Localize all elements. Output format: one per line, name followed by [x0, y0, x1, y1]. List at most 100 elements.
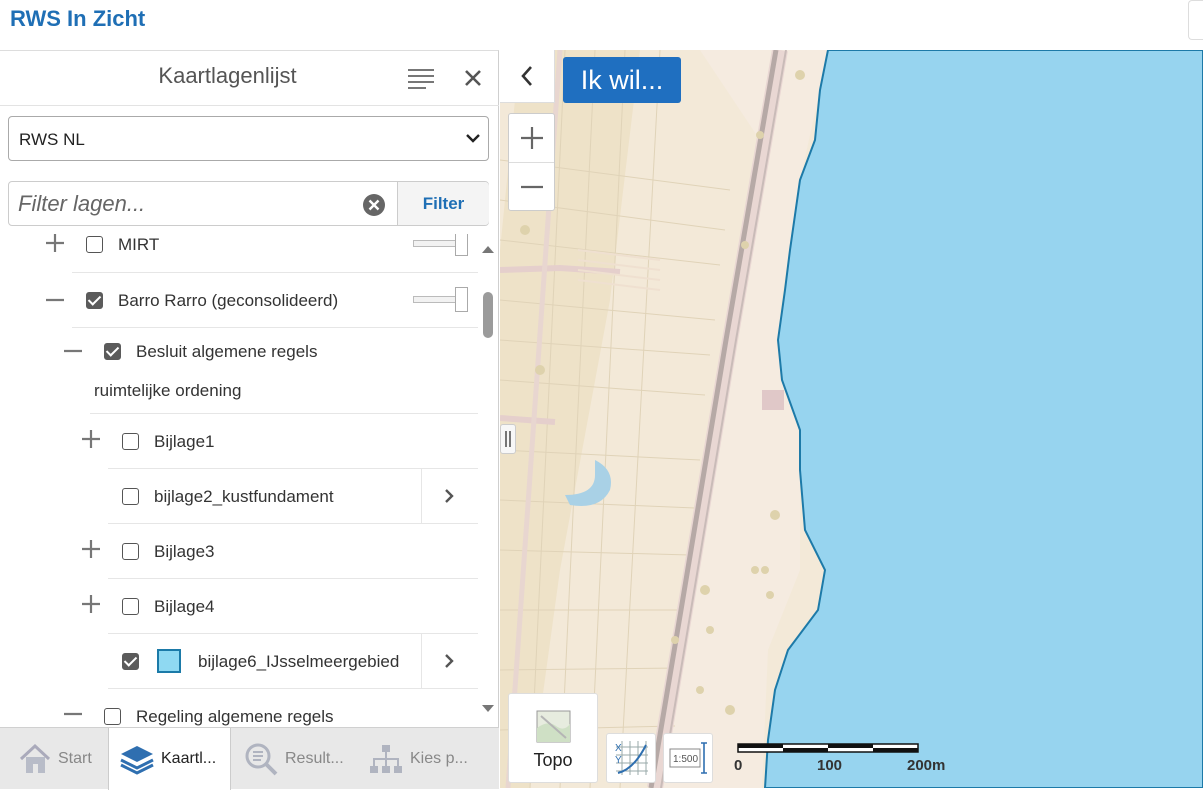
zoom-control [508, 113, 555, 211]
layer-label: bijlage6_IJsselmeergebied [198, 652, 400, 671]
layer-label: Bijlage1 [154, 432, 215, 451]
tab-label: Kaartl... [161, 750, 217, 767]
scroll-thumb[interactable] [483, 292, 493, 338]
filter-input[interactable] [9, 182, 397, 225]
app-title[interactable]: RWS In Zicht [10, 6, 145, 32]
grip-icon [505, 431, 511, 447]
svg-text:Y: Y [615, 755, 622, 766]
chevron-right-icon [445, 654, 454, 668]
scale-label-0: 0 [734, 757, 743, 774]
layer-checkbox[interactable] [104, 708, 121, 725]
expand-plus-icon[interactable] [44, 234, 66, 254]
scale-tool-button[interactable]: 1:500 [663, 733, 713, 783]
layer-checkbox[interactable] [122, 433, 139, 450]
tree-row-mirt[interactable]: MIRT [46, 234, 478, 273]
ik-wil-button[interactable]: Ik wil... [563, 57, 681, 103]
collapse-minus-icon[interactable] [44, 289, 66, 311]
scale-bar-graphic [737, 743, 919, 753]
tree-row-regeling[interactable]: Regeling algemene regels [64, 689, 478, 728]
tab-results[interactable]: Result... [243, 728, 361, 790]
list-icon [408, 69, 434, 89]
app-header: RWS In Zicht [0, 0, 1203, 50]
tab-label: Kies p... [410, 750, 468, 767]
filter-button[interactable]: Filter [397, 182, 489, 225]
sitemap-icon [370, 745, 402, 773]
scale-label-200: 200m [907, 757, 946, 774]
chevron-down-icon [466, 134, 480, 143]
basemap-label: Topo [533, 750, 573, 770]
panel-resize-handle[interactable] [500, 424, 516, 454]
svg-text:X: X [615, 743, 622, 754]
layer-label: Besluit algemene regels [136, 342, 318, 361]
close-panel-button[interactable] [458, 63, 488, 93]
panel-header: Kaartlagenlijst [0, 51, 499, 106]
tree-row-bijlage2[interactable]: bijlage2_kustfundament [108, 469, 478, 524]
zoom-in-button[interactable] [509, 114, 554, 162]
filter-box: Filter [8, 181, 489, 226]
layers-icon [120, 746, 154, 775]
layer-label: Regeling algemene regels [136, 707, 334, 726]
layer-label: MIRT [118, 235, 160, 254]
scroll-up-icon[interactable] [481, 244, 495, 254]
service-dropdown-value: RWS NL [19, 130, 85, 149]
clear-filter-icon[interactable] [362, 193, 386, 217]
tree-row-bijlage4[interactable]: Bijlage4 [82, 579, 478, 634]
map-canvas [500, 50, 1203, 788]
layer-checkbox[interactable] [122, 598, 139, 615]
layer-label-continued: ruimtelijke ordening [94, 381, 242, 400]
header-right-control[interactable] [1188, 0, 1203, 40]
home-icon [19, 743, 51, 773]
layer-label: Bijlage3 [154, 542, 215, 561]
layer-list-panel: Kaartlagenlijst RWS NL Filter lagen... F… [0, 50, 499, 790]
tab-kies[interactable]: Kies p... [368, 728, 483, 790]
expand-plus-icon[interactable] [80, 593, 102, 615]
layer-checkbox[interactable] [86, 292, 103, 309]
layer-details-button[interactable] [421, 469, 476, 523]
coordinates-tool-button[interactable]: X Y [606, 733, 656, 783]
tab-label: Start [58, 750, 92, 767]
chevron-left-icon [521, 66, 532, 86]
layer-checkbox[interactable] [104, 343, 121, 360]
tab-label: Result... [285, 750, 344, 767]
list-options-button[interactable] [404, 63, 438, 93]
layer-checkbox[interactable] [86, 236, 103, 253]
opacity-slider[interactable] [413, 287, 469, 313]
layer-label: bijlage2_kustfundament [154, 487, 334, 506]
layer-label: Barro Rarro (geconsolideerd) [118, 291, 339, 310]
tree-row-bijlage1[interactable]: Bijlage1 [82, 414, 478, 469]
xy-grid-icon: X Y [615, 741, 648, 775]
zoom-out-button[interactable] [509, 163, 554, 211]
tree-row-besluit[interactable]: Besluit algemene regels ruimtelijke orde… [64, 328, 478, 414]
collapse-minus-icon[interactable] [62, 340, 84, 362]
minus-icon [520, 185, 543, 189]
service-dropdown[interactable]: RWS NL [8, 116, 489, 161]
tree-row-bijlage3[interactable]: Bijlage3 [82, 524, 478, 579]
map-view[interactable] [500, 50, 1203, 788]
collapse-minus-icon[interactable] [62, 703, 84, 725]
basemap-thumbnail-icon [536, 710, 571, 743]
layer-checkbox[interactable] [122, 488, 139, 505]
tab-start[interactable]: Start [18, 728, 108, 790]
plus-icon [520, 127, 543, 149]
layer-details-button[interactable] [421, 634, 476, 688]
bottom-tab-bar: Start Kaartl... Result... Kies p... [0, 727, 499, 790]
results-icon [245, 743, 278, 776]
legend-swatch [157, 649, 181, 673]
layer-checkbox[interactable] [122, 653, 139, 670]
layer-checkbox[interactable] [122, 543, 139, 560]
scale-label-100: 100 [817, 757, 843, 774]
collapse-panel-button[interactable] [500, 50, 555, 103]
tab-kaartlagen[interactable]: Kaartl... [108, 728, 231, 790]
tree-scrollbar[interactable] [478, 234, 498, 728]
layer-label: Bijlage4 [154, 597, 215, 616]
expand-plus-icon[interactable] [80, 428, 102, 450]
opacity-slider[interactable] [413, 234, 469, 257]
tree-row-barro[interactable]: Barro Rarro (geconsolideerd) [46, 273, 478, 328]
expand-plus-icon[interactable] [80, 538, 102, 560]
basemap-button[interactable]: Topo [508, 693, 598, 783]
tree-row-bijlage6[interactable]: bijlage6_IJsselmeergebied [108, 634, 478, 689]
layer-tree: MIRT Barro Rarro (geconsolideerd) Beslui… [0, 234, 478, 728]
scroll-down-icon[interactable] [481, 704, 495, 714]
scale-tool-label: 1:500 [673, 754, 698, 765]
panel-title: Kaartlagenlijst [158, 63, 297, 88]
